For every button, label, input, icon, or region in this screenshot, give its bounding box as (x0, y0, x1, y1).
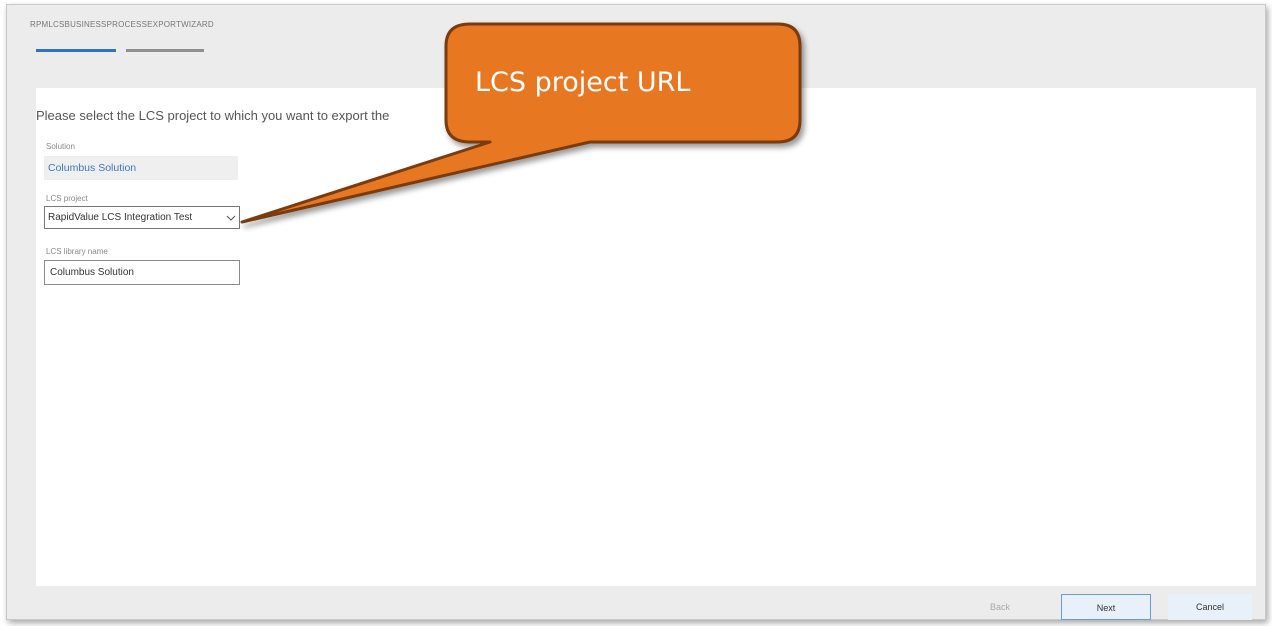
callout-text: LCS project URL (475, 67, 691, 98)
callout-shape (240, 22, 802, 224)
